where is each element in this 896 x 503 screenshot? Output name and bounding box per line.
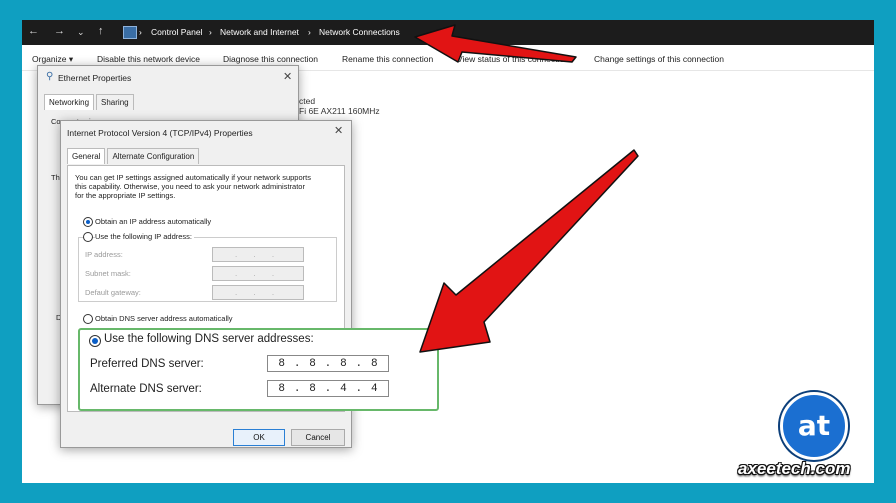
logo-glyph: at — [797, 409, 831, 442]
annotation-arrows — [414, 24, 639, 353]
axeetech-logo: at — [780, 392, 848, 460]
red-arrow-to-address-bar — [414, 24, 577, 63]
red-arrow-to-dns-settings — [419, 149, 639, 353]
brand-site-text: axeetech.com — [738, 459, 851, 478]
